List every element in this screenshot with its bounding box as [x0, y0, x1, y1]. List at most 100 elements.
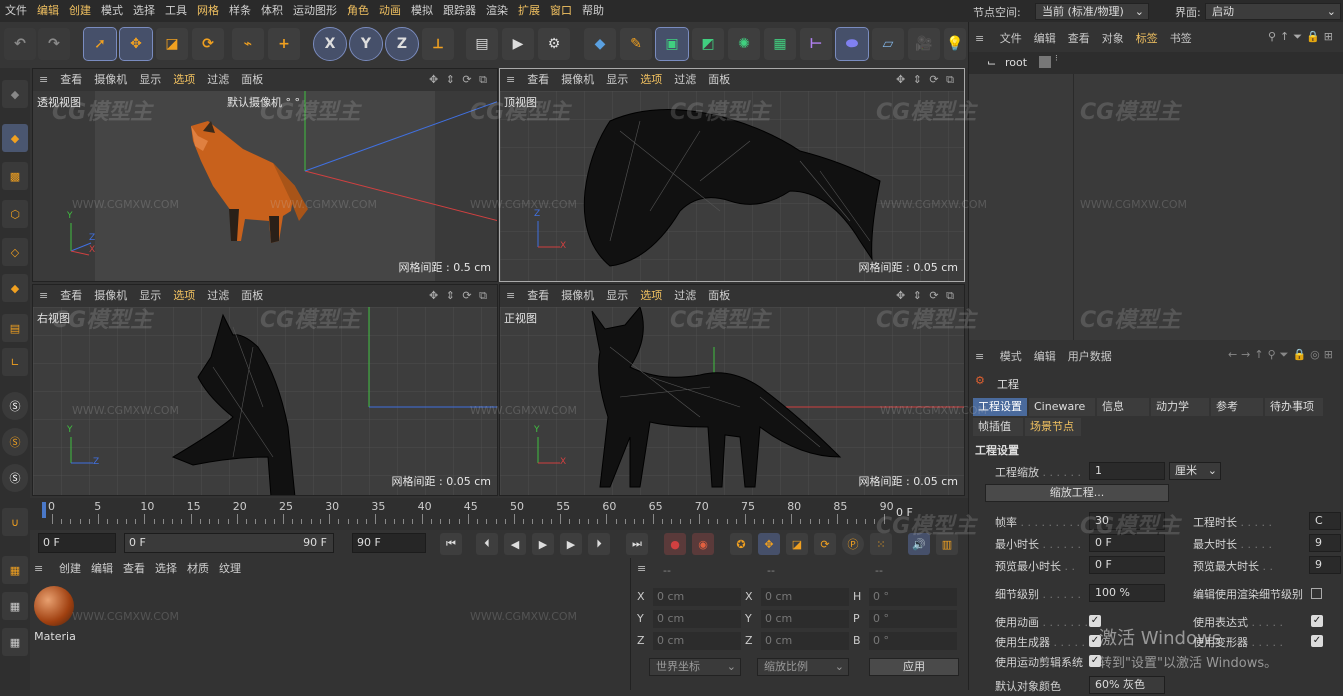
- viewport-right[interactable]: ≡ 查看 摄像机 显示 选项 过滤 面板 ✥ ⇕ ⟳ ⧉ 右视图 Y Z 网格间距 : 0.0…: [32, 284, 498, 496]
- up-arrow-icon[interactable]: ↑: [1280, 30, 1293, 43]
- viewport-menu-item[interactable]: 面板: [235, 69, 269, 91]
- select-tool-button[interactable]: ➚: [83, 27, 117, 61]
- coordinate-system-button[interactable]: ⟂: [422, 28, 454, 60]
- object-menu-item[interactable]: 文件: [994, 28, 1028, 50]
- key-rotation-button[interactable]: ⟳: [814, 533, 836, 555]
- viewport-menu-item[interactable]: 显示: [600, 285, 634, 307]
- menu-item[interactable]: 窗口: [545, 0, 577, 22]
- default-color-select[interactable]: 60% 灰色: [1089, 676, 1165, 694]
- material-menu-item[interactable]: 创建: [54, 558, 86, 580]
- points-mode-button[interactable]: ⬡: [2, 200, 28, 228]
- scale-project-button[interactable]: 缩放工程...: [985, 484, 1169, 502]
- render-view-button[interactable]: ▶: [502, 28, 534, 60]
- hamburger-icon[interactable]: ≡: [969, 346, 990, 368]
- viewport-canvas[interactable]: 透视视图 默认摄像机 ° ° Y Z X 网格间距 : 0.5 cm: [33, 91, 497, 281]
- workplane-button[interactable]: ▦: [2, 556, 28, 584]
- attribute-menu-item[interactable]: 编辑: [1028, 346, 1062, 368]
- tab-0[interactable]: 工程设置: [973, 398, 1027, 416]
- start-frame-field[interactable]: 0 F: [38, 533, 116, 553]
- light-button[interactable]: 💡: [944, 28, 966, 60]
- scale-tool-button[interactable]: ◪: [156, 28, 188, 60]
- up-arrow-icon[interactable]: ↑: [1254, 348, 1267, 361]
- viewport-front[interactable]: ≡ 查看 摄像机 显示 选项 过滤 面板 ✥ ⇕ ⟳ ⧉ 正视图 Y X 网格间距 : 0.0…: [499, 284, 965, 496]
- menu-item[interactable]: 选择: [128, 0, 160, 22]
- material-menu-item[interactable]: 查看: [118, 558, 150, 580]
- hamburger-icon[interactable]: ≡: [969, 28, 990, 50]
- menu-item[interactable]: 运动图形: [288, 0, 342, 22]
- live-select-button[interactable]: ⌁: [232, 28, 264, 60]
- render-settings-button[interactable]: ⚙: [538, 28, 570, 60]
- viewport-nav-icons[interactable]: ✥ ⇕ ⟳ ⧉: [890, 69, 962, 91]
- camera-button[interactable]: 🎥: [908, 28, 940, 60]
- menu-item[interactable]: 创建: [64, 0, 96, 22]
- material-menu-item[interactable]: 材质: [182, 558, 214, 580]
- next-key-button[interactable]: ⏵: [588, 533, 610, 555]
- nodespace-select[interactable]: 当前 (标准/物理) ⌄: [1035, 3, 1149, 20]
- object-row-root[interactable]: ⌙ root ⁝: [969, 52, 1343, 74]
- material-swatch[interactable]: Materia: [34, 586, 76, 646]
- edges-mode-button[interactable]: ◇: [2, 238, 28, 266]
- sound-button[interactable]: 🔊: [908, 533, 930, 555]
- magnet-button[interactable]: ∪: [2, 508, 28, 536]
- coord-field[interactable]: 0 cm: [761, 588, 849, 606]
- viewport-menu-item[interactable]: 查看: [521, 69, 555, 91]
- expand-icon[interactable]: ⊞: [1324, 348, 1337, 361]
- prev-key-button[interactable]: ⏴: [476, 533, 498, 555]
- coord-field[interactable]: 0 °: [869, 588, 957, 606]
- object-list[interactable]: [969, 74, 1343, 340]
- project-length-field[interactable]: C: [1309, 512, 1341, 530]
- tab-2[interactable]: 信息: [1097, 398, 1149, 416]
- quantize-button[interactable]: Ⓢ: [2, 464, 28, 492]
- field-button[interactable]: ⬬: [835, 27, 869, 61]
- viewport-menu-item[interactable]: 面板: [702, 69, 736, 91]
- deformer-button[interactable]: ⊢: [800, 28, 832, 60]
- texture-mode-button[interactable]: ▩: [2, 162, 28, 190]
- menu-item[interactable]: 帮助: [577, 0, 609, 22]
- coord-field[interactable]: 0 °: [869, 610, 957, 628]
- menu-item[interactable]: 扩展: [513, 0, 545, 22]
- menu-item[interactable]: 体积: [256, 0, 288, 22]
- viewport-menu-item[interactable]: 选项: [167, 285, 201, 307]
- interface-select[interactable]: 启动 ⌄: [1205, 3, 1341, 20]
- key-position-button[interactable]: ✥: [758, 533, 780, 555]
- viewport-menu-item[interactable]: 显示: [133, 285, 167, 307]
- extrude-button[interactable]: ◩: [692, 28, 724, 60]
- uv-mode-button[interactable]: ▤: [2, 314, 28, 342]
- snap-button[interactable]: Ⓢ: [2, 392, 28, 420]
- viewport-menu-item[interactable]: 选项: [634, 69, 668, 91]
- timeline-ruler[interactable]: 0 5 10 15 20 25 30 35 40 45 50 55 60 65 70 75 80 85 90 0 F: [30, 498, 968, 530]
- cube-button[interactable]: ◆: [584, 28, 616, 60]
- project-scale-field[interactable]: 1: [1089, 462, 1165, 480]
- make-editable-button[interactable]: ◆: [2, 80, 28, 108]
- viewport-menu-item[interactable]: 摄像机: [88, 69, 133, 91]
- tab-1[interactable]: Cineware: [1029, 398, 1095, 416]
- search-icon[interactable]: ⚲: [1268, 30, 1280, 43]
- menu-item[interactable]: 样条: [224, 0, 256, 22]
- menu-item[interactable]: 跟踪器: [438, 0, 481, 22]
- goto-start-button[interactable]: ⏮: [440, 533, 462, 555]
- render-region-button[interactable]: ▤: [466, 28, 498, 60]
- object-menu-item[interactable]: 对象: [1096, 28, 1130, 50]
- material-menu-item[interactable]: 纹理: [214, 558, 246, 580]
- viewport-menu-item[interactable]: 选项: [167, 69, 201, 91]
- viewport-canvas[interactable]: 顶视图 Z X 网格间距 : 0.05 cm: [500, 91, 964, 281]
- material-menu-item[interactable]: 编辑: [86, 558, 118, 580]
- attribute-menu-item[interactable]: 用户数据: [1062, 346, 1118, 368]
- axis-mode-button[interactable]: ∟: [2, 348, 28, 376]
- hamburger-icon[interactable]: ≡: [34, 562, 43, 575]
- hamburger-icon[interactable]: ≡: [637, 562, 646, 575]
- viewport-menu-item[interactable]: 过滤: [201, 69, 235, 91]
- hamburger-icon[interactable]: ≡: [33, 285, 54, 307]
- viewport-perspective[interactable]: ≡ 查看 摄像机 显示 选项 过滤 面板 ✥ ⇕ ⟳ ⧉ 透视视图 默认摄像机 ° ° Y Z…: [32, 68, 498, 282]
- apply-button[interactable]: 应用: [869, 658, 959, 676]
- menu-item[interactable]: 工具: [160, 0, 192, 22]
- use-deformer-checkbox[interactable]: ✓: [1311, 635, 1323, 647]
- range-slider[interactable]: 0 F 90 F: [124, 533, 334, 553]
- locked-workplane-button[interactable]: ▦: [2, 592, 28, 620]
- snap-settings-button[interactable]: Ⓢ: [2, 428, 28, 456]
- viewport-menu-item[interactable]: 面板: [235, 285, 269, 307]
- target-icon[interactable]: ◎: [1310, 348, 1324, 361]
- key-param-button[interactable]: Ⓟ: [842, 533, 864, 555]
- tab-4[interactable]: 参考: [1211, 398, 1263, 416]
- lock-icon[interactable]: 🔒: [1306, 30, 1324, 43]
